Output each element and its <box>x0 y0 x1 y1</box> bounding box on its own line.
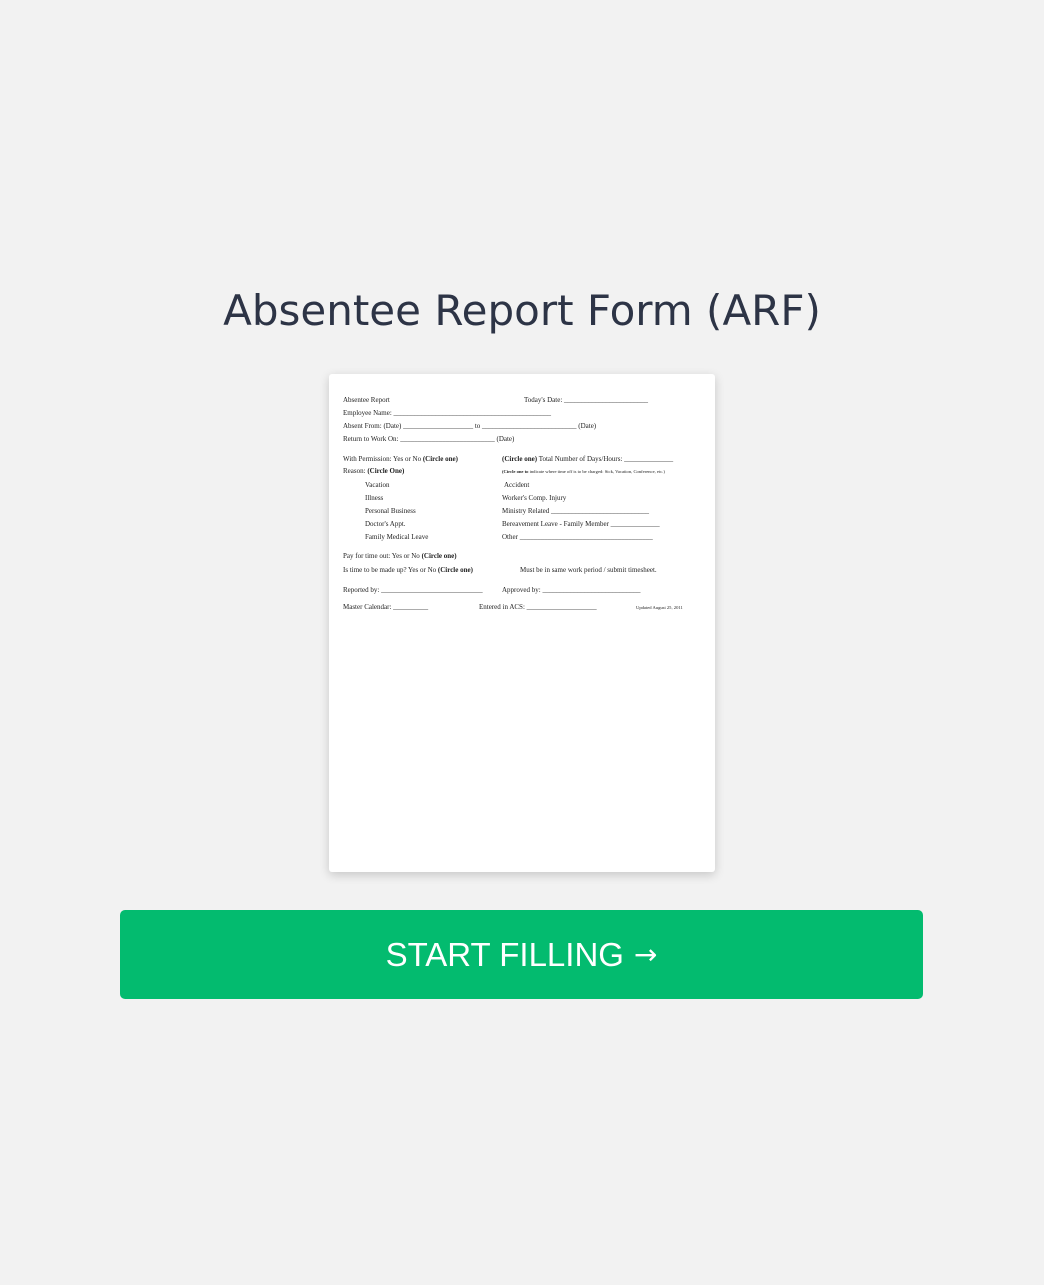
doc-charge-note-circle: (Circle one to <box>502 469 529 474</box>
doc-pay-for-time-text: Pay for time out: Yes or No <box>343 552 420 560</box>
doc-todays-date: Today's Date: ________________________ <box>524 396 649 404</box>
doc-reason-vacation: Vacation <box>365 481 390 489</box>
doc-pay-for-time: Pay for time out: Yes or No (Circle one) <box>343 553 457 560</box>
doc-made-up-circle: (Circle one) <box>437 566 473 574</box>
doc-reason-other: Other __________________________________… <box>502 533 653 541</box>
doc-reason-personal: Personal Business <box>365 507 416 515</box>
doc-master-calendar: Master Calendar: __________ <box>343 603 429 611</box>
doc-made-up: Is time to be made up? Yes or No (Circle… <box>343 567 473 574</box>
doc-charge-note-text: indicate where time off is to be charged… <box>529 469 665 474</box>
doc-reason-doctor: Doctor's Appt. <box>365 520 406 528</box>
doc-made-up-text: Is time to be made up? Yes or No <box>343 566 437 574</box>
doc-charge-note: (Circle one to indicate where time off i… <box>502 469 665 475</box>
doc-entered-acs: Entered in ACS: ____________________ <box>479 603 597 611</box>
doc-reason-accident: Accident <box>504 481 530 489</box>
doc-heading: Absentee Report <box>343 396 390 404</box>
doc-reason: Reason: (Circle One) <box>343 468 404 475</box>
doc-reported-by: Reported by: ___________________________… <box>343 586 483 594</box>
doc-reason-circle: (Circle One) <box>367 467 405 475</box>
doc-updated-date: Updated August 25, 2011 <box>636 605 683 610</box>
doc-with-permission-text: With Permission: Yes or No <box>343 455 422 463</box>
form-document: Absentee Report Today's Date: __________… <box>329 374 715 872</box>
doc-reason-ministry: Ministry Related _______________________… <box>502 507 649 515</box>
form-preview[interactable]: Absentee Report Today's Date: __________… <box>329 374 715 872</box>
doc-total-days: (Circle one) Total Number of Days/Hours:… <box>502 456 673 463</box>
doc-return-to-work: Return to Work On: _____________________… <box>343 435 515 443</box>
start-filling-button[interactable]: START FILLING → <box>120 910 923 999</box>
arrow-right-icon: → <box>633 938 658 971</box>
doc-with-permission-circle: (Circle one) <box>422 455 458 463</box>
page-title: Absentee Report Form (ARF) <box>223 286 821 335</box>
doc-work-period-note: Must be in same work period / submit tim… <box>520 566 657 574</box>
start-filling-label: START FILLING <box>385 935 624 973</box>
doc-reason-workers-comp: Worker's Comp. Injury <box>502 494 567 502</box>
doc-total-days-text: Total Number of Days/Hours: ____________… <box>538 455 674 463</box>
doc-reason-fmla: Family Medical Leave <box>365 533 429 541</box>
doc-reason-bereavement: Bereavement Leave - Family Member ______… <box>502 520 660 528</box>
doc-reason-illness: Illness <box>365 494 384 502</box>
doc-reason-label: Reason: <box>343 467 366 475</box>
doc-approved-by: Approved by: ___________________________… <box>502 586 641 594</box>
doc-with-permission: With Permission: Yes or No (Circle one) <box>343 456 458 463</box>
doc-pay-for-time-circle: (Circle one) <box>421 552 457 560</box>
doc-employee-name: Employee Name: _________________________… <box>343 409 552 417</box>
doc-absent-from: Absent From: (Date) ____________________… <box>343 422 597 430</box>
doc-total-days-circle: (Circle one) <box>502 455 538 463</box>
